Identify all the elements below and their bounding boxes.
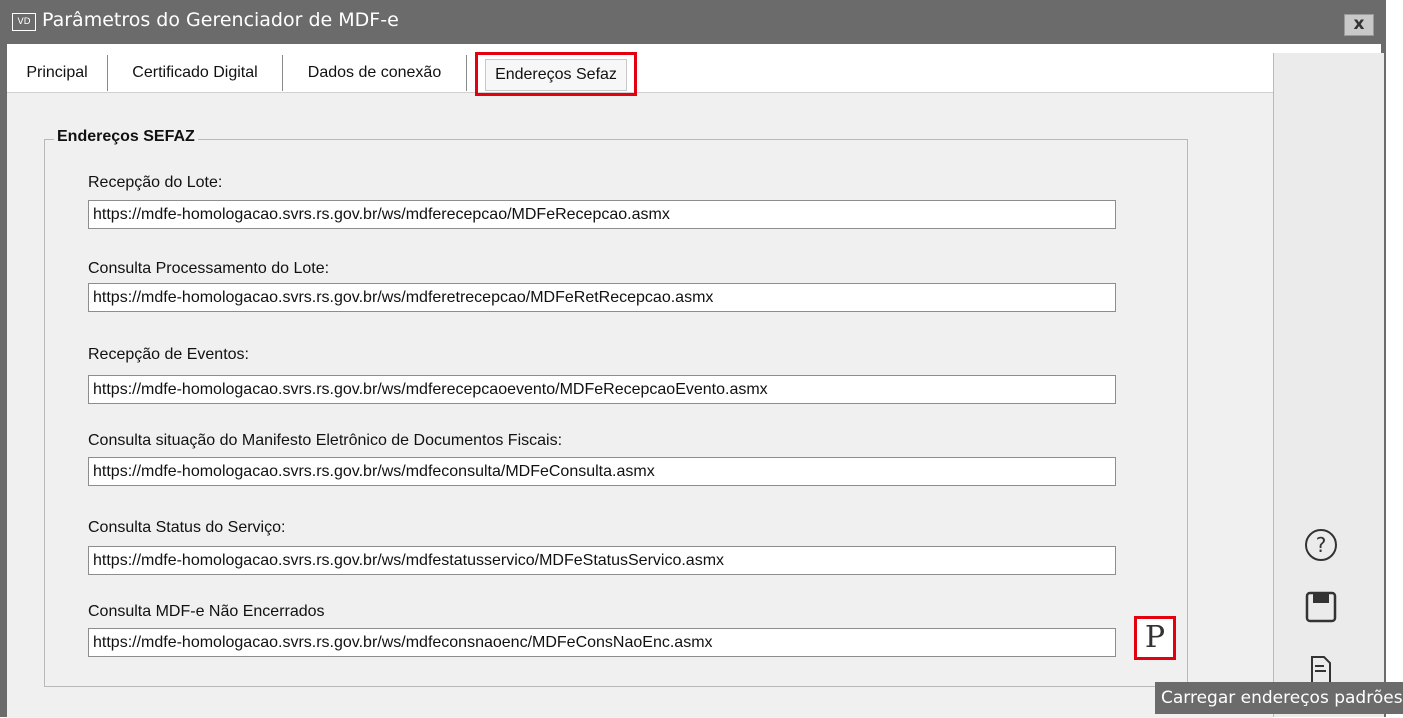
group-title: Endereços SEFAZ — [54, 128, 198, 146]
window-title: Parâmetros do Gerenciador de MDF-e — [42, 9, 399, 31]
field-input-recepcao-eventos[interactable]: https://mdfe-homologacao.svrs.rs.gov.br/… — [88, 375, 1116, 404]
field-input-consulta-status[interactable]: https://mdfe-homologacao.svrs.rs.gov.br/… — [88, 546, 1116, 575]
field-label-recepcao-eventos: Recepção de Eventos: — [88, 346, 249, 363]
save-icon[interactable] — [1304, 590, 1338, 624]
app-icon: VD — [12, 13, 36, 31]
field-input-consulta-processamento[interactable]: https://mdfe-homologacao.svrs.rs.gov.br/… — [88, 283, 1116, 312]
field-label-consulta-processamento: Consulta Processamento do Lote: — [88, 260, 330, 277]
title-bar[interactable]: VD Parâmetros do Gerenciador de MDF-e x — [0, 0, 1386, 44]
field-input-recepcao-lote[interactable]: https://mdfe-homologacao.svrs.rs.gov.br/… — [88, 200, 1116, 229]
load-defaults-button-label[interactable]: P — [1134, 616, 1176, 660]
field-label-recepcao-lote: Recepção do Lote: — [88, 174, 223, 191]
tab-certificado-digital[interactable]: Certificado Digital — [108, 55, 283, 91]
field-label-consulta-status: Consulta Status do Serviço: — [88, 519, 286, 536]
field-label-consulta-situacao: Consulta situação do Manifesto Eletrônic… — [88, 432, 563, 449]
help-icon[interactable]: ? — [1304, 528, 1338, 562]
tab-dados-de-conexao[interactable]: Dados de conexão — [283, 55, 467, 91]
svg-text:?: ? — [1316, 533, 1327, 557]
tooltip: Carregar endereços padrões — [1155, 682, 1403, 714]
field-label-consulta-nao-encerrados: Consulta MDF-e Não Encerrados — [88, 603, 325, 620]
tab-enderecos-sefaz[interactable]: Endereços Sefaz — [485, 59, 627, 91]
field-input-consulta-situacao[interactable]: https://mdfe-homologacao.svrs.rs.gov.br/… — [88, 457, 1116, 486]
tab-principal[interactable]: Principal — [7, 55, 108, 91]
close-button[interactable]: x — [1344, 14, 1374, 36]
field-input-consulta-nao-encerrados[interactable]: https://mdfe-homologacao.svrs.rs.gov.br/… — [88, 628, 1116, 657]
